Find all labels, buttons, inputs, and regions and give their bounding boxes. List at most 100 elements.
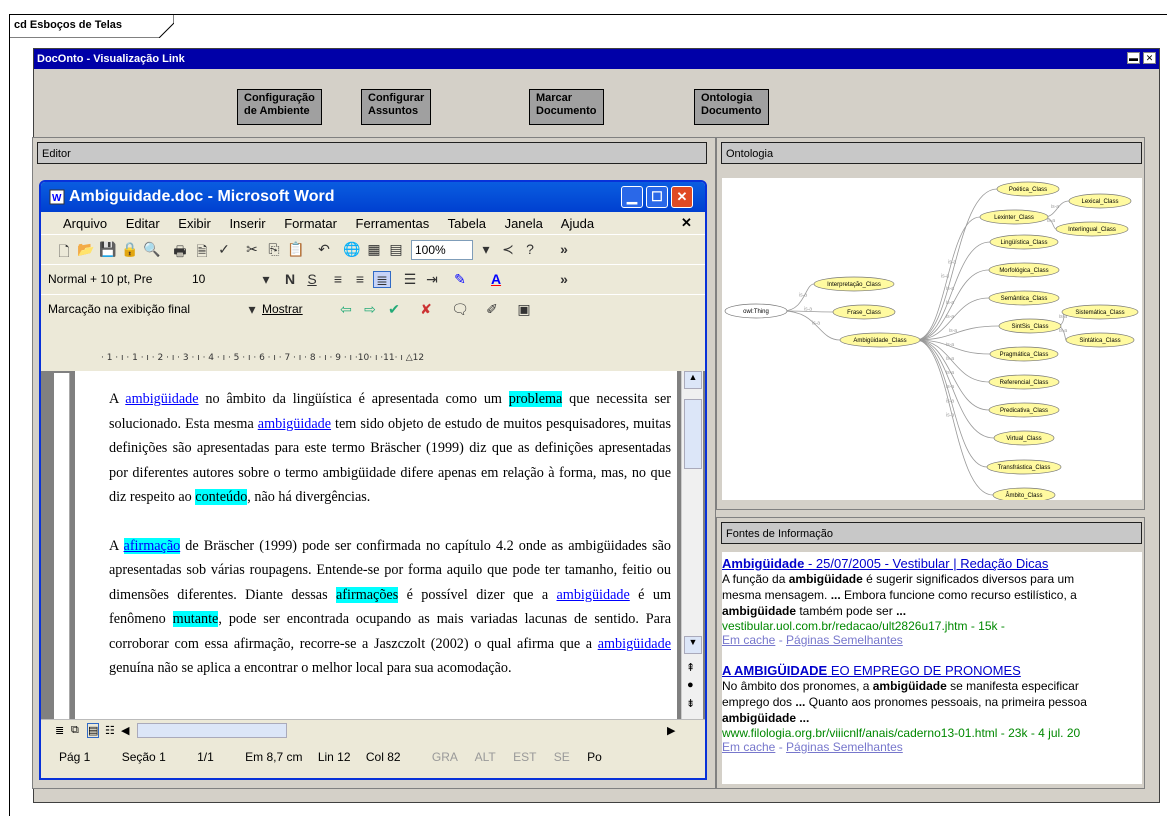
similar-pages-link[interactable]: Páginas Semelhantes bbox=[786, 740, 903, 754]
preview-icon[interactable]: 🗎 bbox=[193, 241, 211, 259]
ontology-graph[interactable]: is-a is-a is-a is-a is-a is-a is-a is-a is-a is-a… bbox=[722, 178, 1142, 503]
browse-object-icon[interactable]: ● bbox=[687, 679, 694, 691]
config-environment-button[interactable]: Configuração de Ambiente bbox=[237, 89, 322, 125]
more-format-icon[interactable]: » bbox=[555, 271, 573, 288]
track-changes-icon[interactable]: ✐ bbox=[483, 301, 501, 318]
next-change-icon[interactable]: ⇨ bbox=[361, 301, 379, 318]
help-icon[interactable]: ? bbox=[521, 241, 539, 258]
show-button[interactable]: Mostrar bbox=[259, 300, 329, 320]
reject-change-icon[interactable]: ✘ bbox=[417, 301, 435, 318]
justify-icon[interactable]: ≣ bbox=[373, 271, 391, 288]
chevron-down-icon[interactable]: ▾ bbox=[477, 241, 495, 258]
vertical-scrollbar[interactable]: ▲ ▼ ⇞ ● ⇟ bbox=[681, 371, 703, 719]
document-page[interactable]: A ambigüidade no âmbito da lingüística é… bbox=[75, 371, 677, 719]
menu-formatar[interactable]: Formatar bbox=[284, 216, 337, 231]
previous-change-icon[interactable]: ⇦ bbox=[337, 301, 355, 318]
table-icon[interactable]: ▦ bbox=[365, 241, 383, 258]
normal-view-icon[interactable]: ≣ bbox=[55, 724, 64, 737]
prev-page-icon[interactable]: ⇞ bbox=[686, 661, 695, 674]
word-minimize-button[interactable]: ▁ bbox=[621, 186, 643, 208]
scroll-right-icon[interactable]: ▶ bbox=[667, 724, 675, 737]
result-title-link[interactable]: A AMBIGÜIDADE EO EMPREGO DE PRONOMES bbox=[722, 663, 1142, 678]
horizontal-ruler[interactable]: · 1 · ı · 1 · ı · 2 · ı · 3 · ı · 4 · ı … bbox=[41, 349, 705, 369]
status-flag[interactable]: GRA bbox=[432, 750, 458, 764]
close-button[interactable]: ✕ bbox=[1143, 52, 1156, 64]
save-icon[interactable]: 💾 bbox=[99, 241, 117, 258]
hscroll-thumb[interactable] bbox=[137, 723, 287, 738]
cache-link[interactable]: Em cache bbox=[722, 633, 775, 647]
columns-icon[interactable]: ▤ bbox=[387, 241, 405, 258]
menu-editar[interactable]: Editar bbox=[126, 216, 160, 231]
hyperlink[interactable]: afirmação bbox=[123, 537, 181, 554]
menu-exibir[interactable]: Exibir bbox=[178, 216, 211, 231]
status-language[interactable]: Po bbox=[587, 750, 602, 764]
bullets-icon[interactable]: ☰ bbox=[401, 271, 419, 288]
minimize-button[interactable]: ▬ bbox=[1127, 52, 1140, 64]
hyperlink[interactable]: ambigüidade bbox=[125, 391, 198, 407]
cut-icon[interactable]: ✂ bbox=[243, 241, 261, 258]
accept-change-icon[interactable]: ✔ bbox=[385, 301, 403, 318]
indent-icon[interactable]: ⇥ bbox=[423, 271, 441, 288]
font-size-select[interactable]: 10 bbox=[189, 270, 257, 290]
status-flag[interactable]: EST bbox=[513, 750, 536, 764]
new-icon[interactable]: 🗋 bbox=[55, 241, 73, 259]
scroll-down-icon[interactable]: ▼ bbox=[684, 636, 702, 654]
edge-label: is-a bbox=[946, 300, 954, 306]
comment-icon[interactable]: 🗨 bbox=[451, 301, 469, 318]
status-flag[interactable]: SE bbox=[554, 750, 570, 764]
reviewing-pane-icon[interactable]: ▣ bbox=[515, 301, 533, 318]
mark-document-button[interactable]: Marcar Documento bbox=[529, 89, 604, 125]
more-tools-icon[interactable]: » bbox=[555, 241, 573, 258]
close-doc-icon[interactable]: ✕ bbox=[681, 215, 692, 231]
zoom-select[interactable]: 100% bbox=[411, 240, 473, 260]
share-icon[interactable]: ≺ bbox=[499, 241, 517, 258]
underline-button[interactable]: S bbox=[303, 271, 321, 288]
highlight-icon[interactable]: ✎ bbox=[451, 271, 469, 288]
similar-pages-link[interactable]: Páginas Semelhantes bbox=[786, 633, 903, 647]
style-select[interactable]: Normal + 10 pt, Pre bbox=[45, 270, 185, 290]
markup-select[interactable]: Marcação na exibição final bbox=[45, 300, 245, 320]
document-area: A ambigüidade no âmbito da lingüística é… bbox=[41, 371, 705, 719]
menu-ferramentas[interactable]: Ferramentas bbox=[356, 216, 430, 231]
ontology-node-label: Sintática_Class bbox=[1079, 338, 1120, 344]
cache-link[interactable]: Em cache bbox=[722, 740, 775, 754]
ontology-document-button[interactable]: Ontologia Documento bbox=[694, 89, 769, 125]
highlighted-term: conteúdo bbox=[195, 489, 248, 505]
scroll-left-icon[interactable]: ◀ bbox=[121, 724, 129, 737]
word-close-button[interactable]: ✕ bbox=[671, 186, 693, 208]
permission-icon[interactable]: 🔒 bbox=[121, 241, 139, 258]
web-view-icon[interactable]: ⧉ bbox=[71, 724, 79, 737]
copy-icon[interactable]: ⎘ bbox=[265, 241, 283, 258]
bold-button[interactable]: N bbox=[281, 271, 299, 288]
next-page-icon[interactable]: ⇟ bbox=[686, 697, 695, 710]
isa-edge bbox=[915, 339, 995, 439]
scroll-up-icon[interactable]: ▲ bbox=[684, 371, 702, 389]
print-view-icon[interactable]: ▤ bbox=[87, 723, 100, 738]
scroll-thumb[interactable] bbox=[684, 399, 702, 469]
align-center-icon[interactable]: ≡ bbox=[351, 271, 369, 288]
chevron-down-icon[interactable]: ▾ bbox=[257, 271, 275, 288]
print-icon[interactable]: 🖶 bbox=[171, 241, 189, 259]
hyperlink[interactable]: ambigüidade bbox=[598, 636, 671, 652]
word-maximize-button[interactable]: ☐ bbox=[646, 186, 668, 208]
spelling-icon[interactable]: ✓ bbox=[215, 241, 233, 258]
hyperlink-icon[interactable]: 🌐 bbox=[343, 241, 361, 258]
menu-janela[interactable]: Janela bbox=[505, 216, 543, 231]
status-flag[interactable]: ALT bbox=[475, 750, 496, 764]
align-left-icon[interactable]: ≡ bbox=[329, 271, 347, 288]
result-title-link[interactable]: Ambigüidade - 25/07/2005 - Vestibular | … bbox=[722, 556, 1142, 571]
hyperlink[interactable]: ambigüidade bbox=[557, 587, 630, 603]
config-topics-button[interactable]: Configurar Assuntos bbox=[361, 89, 432, 125]
paste-icon[interactable]: 📋 bbox=[287, 241, 305, 258]
menu-ajuda[interactable]: Ajuda bbox=[561, 216, 594, 231]
horizontal-scrollbar[interactable]: ≣ ⧉ ▤ ☷ ◀ ▶ bbox=[41, 719, 705, 741]
font-color-icon[interactable]: A bbox=[487, 271, 505, 288]
outline-view-icon[interactable]: ☷ bbox=[105, 724, 115, 737]
research-icon[interactable]: 🔍 bbox=[143, 241, 161, 258]
menu-tabela[interactable]: Tabela bbox=[448, 216, 486, 231]
menu-inserir[interactable]: Inserir bbox=[229, 216, 265, 231]
undo-icon[interactable]: ↶ bbox=[315, 241, 333, 258]
open-icon[interactable]: 📂 bbox=[77, 241, 95, 258]
hyperlink[interactable]: ambigüidade bbox=[258, 416, 331, 432]
menu-arquivo[interactable]: Arquivo bbox=[63, 216, 107, 231]
